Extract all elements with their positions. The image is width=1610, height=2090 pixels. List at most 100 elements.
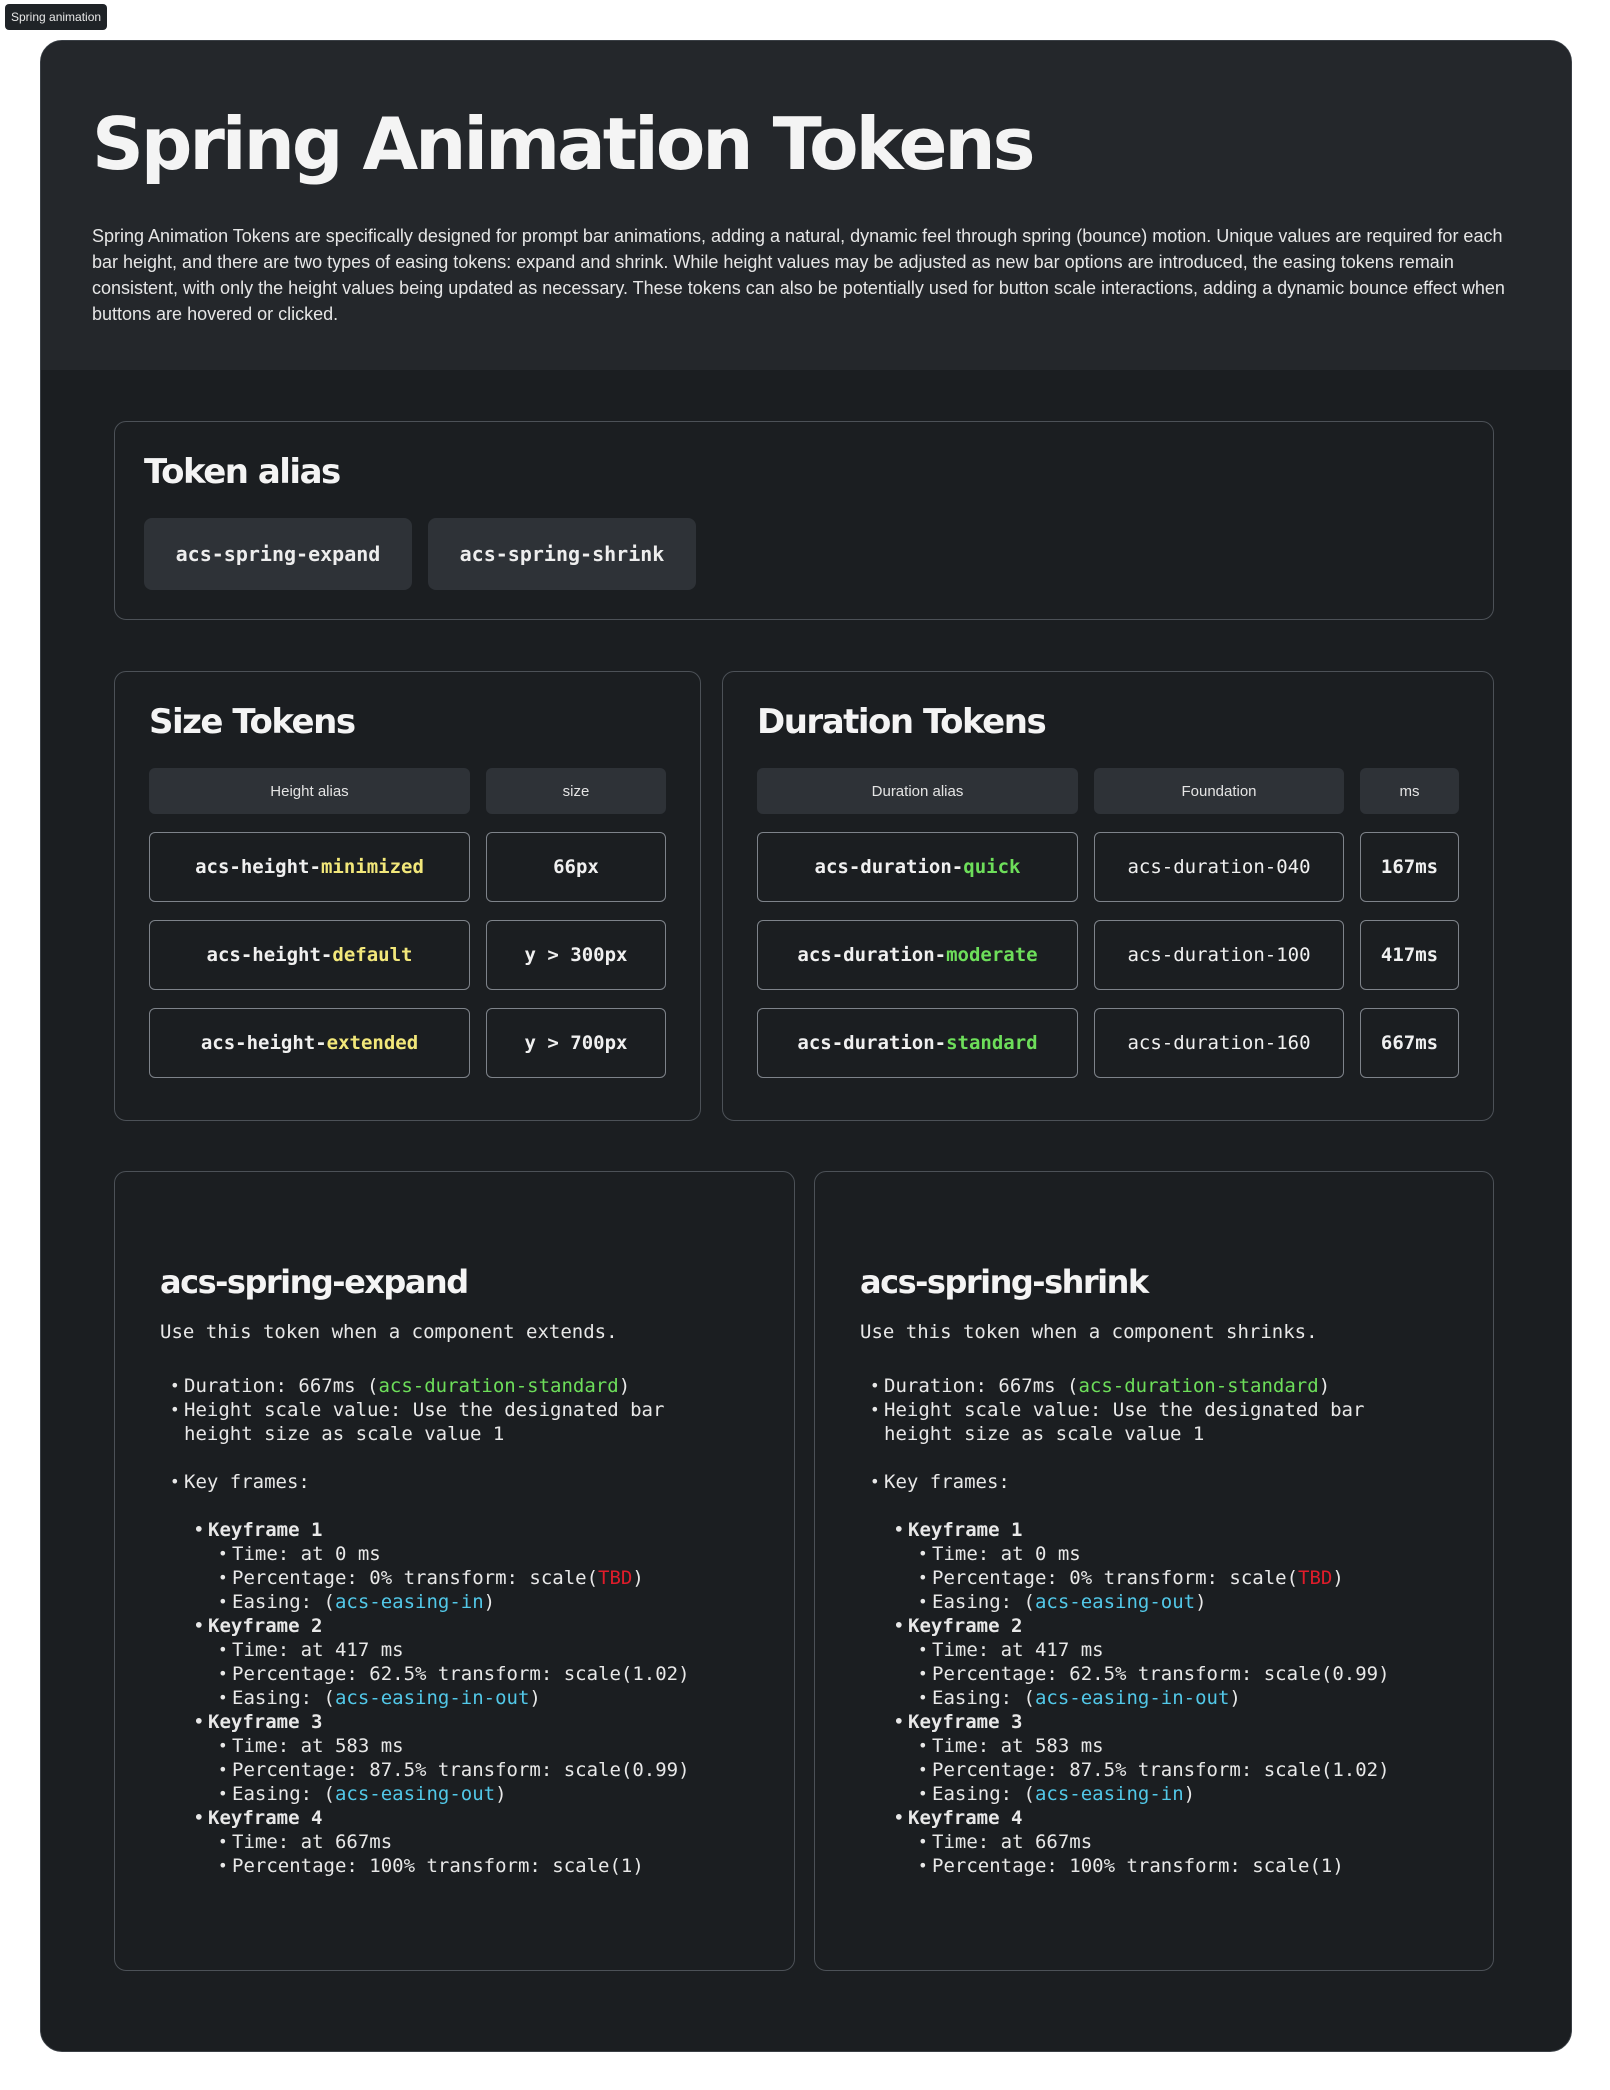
easing-post: ) xyxy=(483,1591,496,1613)
spring-expand-title: acs-spring-expand xyxy=(160,1263,469,1301)
keyframe-percentage: Percentage: 62.5% transform: scale(0.99) xyxy=(918,1662,1473,1686)
keyframes-label: Key frames: xyxy=(870,1470,1473,1494)
spring-animation-board: Spring Animation Tokens Spring Animation… xyxy=(40,40,1572,2052)
height-alias-prefix: acs-height- xyxy=(200,1032,327,1054)
keyframe-title: Keyframe 1 xyxy=(194,1518,774,1542)
height-alias-accent: default xyxy=(332,944,413,966)
keyframe-time: Time: at 667ms xyxy=(218,1830,774,1854)
keyframe-percentage: Percentage: 62.5% transform: scale(1.02) xyxy=(218,1662,774,1686)
height-alias-cell: acs-height-default xyxy=(149,920,470,990)
keyframes-section: Key frames: xyxy=(160,1470,774,1494)
keyframe-title: Keyframe 1 xyxy=(894,1518,1473,1542)
keyframes-list: Keyframe 1 Time: at 0 ms Percentage: 0% … xyxy=(160,1518,774,1878)
easing-post: ) xyxy=(1229,1687,1241,1709)
easing-pre: Easing: ( xyxy=(932,1687,1035,1709)
height-scale-line1: Height scale value: Use the designated b… xyxy=(884,1399,1365,1421)
easing-pre: Easing: ( xyxy=(232,1591,335,1613)
keyframe-easing: Easing: (acs-easing-in) xyxy=(218,1590,774,1614)
keyframes-list: Keyframe 1 Time: at 0 ms Percentage: 0% … xyxy=(860,1518,1473,1878)
duration-alias-accent: quick xyxy=(963,856,1021,878)
token-alias-title: Token alias xyxy=(144,452,341,492)
height-size-cell: y > 700px xyxy=(486,1008,666,1078)
easing-pre: Easing: ( xyxy=(232,1687,335,1709)
duration-alias-prefix: acs-duration- xyxy=(797,944,947,966)
keyframes-section: Key frames: xyxy=(860,1470,1473,1494)
duration-ms-cell: 417ms xyxy=(1360,920,1459,990)
keyframe-easing: Easing: (acs-easing-in) xyxy=(918,1782,1473,1806)
spring-expand-detail: acs-spring-expand Use this token when a … xyxy=(160,1262,774,1878)
pct-post: ) xyxy=(1332,1567,1344,1589)
duration-foundation-cell: acs-duration-040 xyxy=(1094,832,1344,902)
size-header-size: size xyxy=(486,768,666,814)
height-alias-cell: acs-height-extended xyxy=(149,1008,470,1078)
height-alias-accent: minimized xyxy=(320,856,424,878)
duration-alias-prefix: acs-duration- xyxy=(814,856,964,878)
duration-header-foundation: Foundation xyxy=(1094,768,1344,814)
easing-token: acs-easing-out xyxy=(334,1783,496,1805)
token-alias-card: Token alias acs-spring-expand acs-spring… xyxy=(114,421,1494,620)
duration-close: ) xyxy=(618,1375,631,1397)
keyframe-time: Time: at 0 ms xyxy=(218,1542,774,1566)
duration-ms-cell: 167ms xyxy=(1360,832,1459,902)
duration-alias-prefix: acs-duration- xyxy=(797,1032,947,1054)
duration-alias-accent: moderate xyxy=(946,944,1038,966)
keyframe-time: Time: at 0 ms xyxy=(918,1542,1473,1566)
height-scale-line2: height size as scale value 1 xyxy=(184,1423,505,1445)
easing-post: ) xyxy=(495,1783,507,1805)
duration-item: Duration: 667ms (acs-duration-standard) xyxy=(170,1374,774,1398)
easing-token: acs-easing-in-out xyxy=(334,1687,530,1709)
keyframe-time: Time: at 583 ms xyxy=(218,1734,774,1758)
duration-tokens-card: Duration Tokens Duration alias Foundatio… xyxy=(722,671,1494,1121)
easing-pre: Easing: ( xyxy=(932,1783,1035,1805)
page-header: Spring Animation Tokens Spring Animation… xyxy=(41,41,1571,370)
chip-spring-shrink: acs-spring-shrink xyxy=(428,518,696,590)
keyframe-percentage: Percentage: 0% transform: scale(TBD) xyxy=(918,1566,1473,1590)
easing-post: ) xyxy=(1183,1783,1196,1805)
keyframe-percentage: Percentage: 87.5% transform: scale(1.02) xyxy=(918,1758,1473,1782)
duration-close: ) xyxy=(1318,1375,1331,1397)
pct-pre: Percentage: 0% transform: scale( xyxy=(932,1567,1299,1589)
size-header-height-alias: Height alias xyxy=(149,768,470,814)
duration-foundation-cell: acs-duration-160 xyxy=(1094,1008,1344,1078)
spring-shrink-list: Duration: 667ms (acs-duration-standard) … xyxy=(860,1374,1473,1446)
pct-tbd: TBD xyxy=(598,1567,633,1589)
keyframe-easing: Easing: (acs-easing-out) xyxy=(918,1590,1473,1614)
easing-pre: Easing: ( xyxy=(232,1783,335,1805)
spring-shrink-detail: acs-spring-shrink Use this token when a … xyxy=(860,1262,1473,1878)
spring-expand-list: Duration: 667ms (acs-duration-standard) … xyxy=(160,1374,774,1446)
page-description: Spring Animation Tokens are specifically… xyxy=(92,226,1505,325)
keyframe-time: Time: at 417 ms xyxy=(918,1638,1473,1662)
page-title: Spring Animation Tokens xyxy=(92,102,1036,186)
keyframe-percentage: Percentage: 100% transform: scale(1) xyxy=(918,1854,1473,1878)
height-size-cell: y > 300px xyxy=(486,920,666,990)
duration-header-ms: ms xyxy=(1360,768,1459,814)
keyframe-percentage: Percentage: 87.5% transform: scale(0.99) xyxy=(218,1758,774,1782)
height-alias-prefix: acs-height- xyxy=(206,944,333,966)
keyframe-title: Keyframe 3 xyxy=(894,1710,1473,1734)
height-scale-line1: Height scale value: Use the designated b… xyxy=(184,1399,665,1421)
height-alias-accent: extended xyxy=(326,1032,419,1054)
duration-item: Duration: 667ms (acs-duration-standard) xyxy=(870,1374,1473,1398)
keyframe-title: Keyframe 2 xyxy=(194,1614,774,1638)
keyframe-easing: Easing: (acs-easing-in-out) xyxy=(218,1686,774,1710)
keyframe-title: Keyframe 3 xyxy=(194,1710,774,1734)
spring-shrink-card: acs-spring-shrink Use this token when a … xyxy=(814,1171,1494,1971)
keyframe-time: Time: at 667ms xyxy=(918,1830,1473,1854)
duration-token: acs-duration-standard xyxy=(1078,1375,1319,1397)
height-size-cell: 66px xyxy=(486,832,666,902)
spring-shrink-lead: Use this token when a component shrinks. xyxy=(860,1321,1318,1343)
duration-label: Duration: 667ms ( xyxy=(184,1375,379,1397)
duration-tokens-title: Duration Tokens xyxy=(757,702,1047,742)
keyframe-easing: Easing: (acs-easing-in-out) xyxy=(918,1686,1473,1710)
chip-spring-expand: acs-spring-expand xyxy=(144,518,412,590)
duration-alias-cell: acs-duration-quick xyxy=(757,832,1078,902)
duration-header-alias: Duration alias xyxy=(757,768,1078,814)
height-scale-line2: height size as scale value 1 xyxy=(884,1423,1205,1445)
keyframe-title: Keyframe 4 xyxy=(894,1806,1473,1830)
duration-alias-cell: acs-duration-standard xyxy=(757,1008,1078,1078)
pct-pre: Percentage: 0% transform: scale( xyxy=(232,1567,599,1589)
pct-post: ) xyxy=(632,1567,644,1589)
height-alias-cell: acs-height-minimized xyxy=(149,832,470,902)
easing-token: acs-easing-in-out xyxy=(1034,1687,1230,1709)
keyframes-label: Key frames: xyxy=(170,1470,774,1494)
